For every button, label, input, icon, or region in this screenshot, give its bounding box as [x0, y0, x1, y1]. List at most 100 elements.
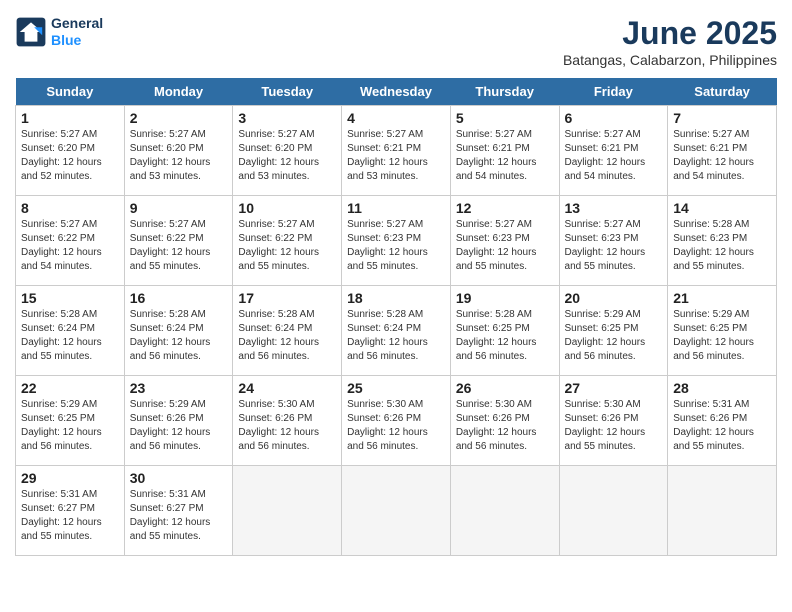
- cell-info: Sunrise: 5:30 AMSunset: 6:26 PMDaylight:…: [238, 398, 336, 454]
- logo: General Blue: [15, 15, 103, 49]
- title-section: June 2025 Batangas, Calabarzon, Philippi…: [563, 15, 777, 68]
- day-cell: 21 Sunrise: 5:29 AMSunset: 6:25 PMDayligh…: [668, 286, 777, 376]
- logo-line2: Blue: [51, 32, 103, 49]
- day-cell: [450, 466, 559, 556]
- cell-info: Sunrise: 5:27 AMSunset: 6:20 PMDaylight:…: [130, 128, 228, 184]
- day-cell: 22 Sunrise: 5:29 AMSunset: 6:25 PMDayligh…: [16, 376, 125, 466]
- day-number: 26: [456, 380, 554, 396]
- week-row-3: 15 Sunrise: 5:28 AMSunset: 6:24 PMDayligh…: [16, 286, 777, 376]
- cell-info: Sunrise: 5:28 AMSunset: 6:24 PMDaylight:…: [130, 308, 228, 364]
- cell-info: Sunrise: 5:28 AMSunset: 6:24 PMDaylight:…: [238, 308, 336, 364]
- day-cell: 1 Sunrise: 5:27 AMSunset: 6:20 PMDaylight…: [16, 106, 125, 196]
- calendar-title: June 2025: [563, 15, 777, 52]
- cell-info: Sunrise: 5:27 AMSunset: 6:23 PMDaylight:…: [565, 218, 663, 274]
- header-saturday: Saturday: [668, 78, 777, 106]
- day-number: 8: [21, 200, 119, 216]
- day-cell: 28Sunrise: 5:31 AMSunset: 6:26 PMDayligh…: [668, 376, 777, 466]
- header-wednesday: Wednesday: [342, 78, 451, 106]
- day-number: 11: [347, 200, 445, 216]
- day-cell: 16 Sunrise: 5:28 AMSunset: 6:24 PMDayligh…: [124, 286, 233, 376]
- day-number: 29: [21, 470, 119, 486]
- day-number: 10: [238, 200, 336, 216]
- cell-info: Sunrise: 5:31 AMSunset: 6:27 PMDaylight:…: [21, 488, 119, 544]
- cell-info: Sunrise: 5:28 AMSunset: 6:25 PMDaylight:…: [456, 308, 554, 364]
- calendar-table: Sunday Monday Tuesday Wednesday Thursday…: [15, 78, 777, 556]
- day-cell: 4Sunrise: 5:27 AMSunset: 6:21 PMDaylight…: [342, 106, 451, 196]
- day-number: 4: [347, 110, 445, 126]
- week-row-1: 1 Sunrise: 5:27 AMSunset: 6:20 PMDaylight…: [16, 106, 777, 196]
- cell-info: Sunrise: 5:29 AMSunset: 6:25 PMDaylight:…: [565, 308, 663, 364]
- header-thursday: Thursday: [450, 78, 559, 106]
- day-number: 25: [347, 380, 445, 396]
- week-row-2: 8 Sunrise: 5:27 AMSunset: 6:22 PMDaylight…: [16, 196, 777, 286]
- day-cell: 5 Sunrise: 5:27 AMSunset: 6:21 PMDaylight…: [450, 106, 559, 196]
- cell-info: Sunrise: 5:27 AMSunset: 6:23 PMDaylight:…: [456, 218, 554, 274]
- day-number: 16: [130, 290, 228, 306]
- day-number: 5: [456, 110, 554, 126]
- day-cell: 7 Sunrise: 5:27 AMSunset: 6:21 PMDaylight…: [668, 106, 777, 196]
- day-cell: 2Sunrise: 5:27 AMSunset: 6:20 PMDaylight…: [124, 106, 233, 196]
- page-header: General Blue June 2025 Batangas, Calabar…: [15, 15, 777, 68]
- calendar-subtitle: Batangas, Calabarzon, Philippines: [563, 52, 777, 68]
- cell-info: Sunrise: 5:31 AMSunset: 6:27 PMDaylight:…: [130, 488, 228, 544]
- cell-info: Sunrise: 5:29 AMSunset: 6:25 PMDaylight:…: [21, 398, 119, 454]
- cell-info: Sunrise: 5:31 AMSunset: 6:26 PMDaylight:…: [673, 398, 771, 454]
- day-number: 15: [21, 290, 119, 306]
- cell-info: Sunrise: 5:27 AMSunset: 6:22 PMDaylight:…: [21, 218, 119, 274]
- day-number: 13: [565, 200, 663, 216]
- day-cell: 20 Sunrise: 5:29 AMSunset: 6:25 PMDayligh…: [559, 286, 668, 376]
- day-cell: [559, 466, 668, 556]
- day-number: 6: [565, 110, 663, 126]
- header-tuesday: Tuesday: [233, 78, 342, 106]
- day-cell: 26Sunrise: 5:30 AMSunset: 6:26 PMDayligh…: [450, 376, 559, 466]
- day-number: 30: [130, 470, 228, 486]
- cell-info: Sunrise: 5:30 AMSunset: 6:26 PMDaylight:…: [347, 398, 445, 454]
- day-cell: 25 Sunrise: 5:30 AMSunset: 6:26 PMDayligh…: [342, 376, 451, 466]
- day-number: 23: [130, 380, 228, 396]
- day-number: 9: [130, 200, 228, 216]
- day-cell: 15 Sunrise: 5:28 AMSunset: 6:24 PMDayligh…: [16, 286, 125, 376]
- day-number: 14: [673, 200, 771, 216]
- day-cell: 14 Sunrise: 5:28 AMSunset: 6:23 PMDayligh…: [668, 196, 777, 286]
- day-cell: 9 Sunrise: 5:27 AMSunset: 6:22 PMDaylight…: [124, 196, 233, 286]
- day-number: 21: [673, 290, 771, 306]
- day-number: 20: [565, 290, 663, 306]
- logo-line1: General: [51, 15, 103, 32]
- day-cell: 30 Sunrise: 5:31 AMSunset: 6:27 PMDayligh…: [124, 466, 233, 556]
- day-cell: 19Sunrise: 5:28 AMSunset: 6:25 PMDayligh…: [450, 286, 559, 376]
- day-cell: [233, 466, 342, 556]
- day-cell: [668, 466, 777, 556]
- day-number: 1: [21, 110, 119, 126]
- week-row-5: 29 Sunrise: 5:31 AMSunset: 6:27 PMDayligh…: [16, 466, 777, 556]
- header-sunday: Sunday: [16, 78, 125, 106]
- cell-info: Sunrise: 5:27 AMSunset: 6:21 PMDaylight:…: [673, 128, 771, 184]
- logo-icon: [15, 16, 47, 48]
- day-cell: 10 Sunrise: 5:27 AMSunset: 6:22 PMDayligh…: [233, 196, 342, 286]
- day-number: 27: [565, 380, 663, 396]
- day-cell: 13 Sunrise: 5:27 AMSunset: 6:23 PMDayligh…: [559, 196, 668, 286]
- day-cell: 17Sunrise: 5:28 AMSunset: 6:24 PMDayligh…: [233, 286, 342, 376]
- day-cell: [342, 466, 451, 556]
- day-cell: 27Sunrise: 5:30 AMSunset: 6:26 PMDayligh…: [559, 376, 668, 466]
- day-cell: 18 Sunrise: 5:28 AMSunset: 6:24 PMDayligh…: [342, 286, 451, 376]
- day-cell: 23 Sunrise: 5:29 AMSunset: 6:26 PMDayligh…: [124, 376, 233, 466]
- day-number: 22: [21, 380, 119, 396]
- day-number: 12: [456, 200, 554, 216]
- day-cell: 3 Sunrise: 5:27 AMSunset: 6:20 PMDaylight…: [233, 106, 342, 196]
- cell-info: Sunrise: 5:27 AMSunset: 6:22 PMDaylight:…: [130, 218, 228, 274]
- cell-info: Sunrise: 5:29 AMSunset: 6:25 PMDaylight:…: [673, 308, 771, 364]
- cell-info: Sunrise: 5:27 AMSunset: 6:20 PMDaylight:…: [21, 128, 119, 184]
- day-number: 18: [347, 290, 445, 306]
- cell-info: Sunrise: 5:28 AMSunset: 6:24 PMDaylight:…: [347, 308, 445, 364]
- cell-info: Sunrise: 5:29 AMSunset: 6:26 PMDaylight:…: [130, 398, 228, 454]
- day-number: 7: [673, 110, 771, 126]
- cell-info: Sunrise: 5:28 AMSunset: 6:24 PMDaylight:…: [21, 308, 119, 364]
- cell-info: Sunrise: 5:27 AMSunset: 6:21 PMDaylight:…: [456, 128, 554, 184]
- cell-info: Sunrise: 5:28 AMSunset: 6:23 PMDaylight:…: [673, 218, 771, 274]
- day-number: 3: [238, 110, 336, 126]
- day-cell: 29 Sunrise: 5:31 AMSunset: 6:27 PMDayligh…: [16, 466, 125, 556]
- cell-info: Sunrise: 5:27 AMSunset: 6:20 PMDaylight:…: [238, 128, 336, 184]
- cell-info: Sunrise: 5:27 AMSunset: 6:23 PMDaylight:…: [347, 218, 445, 274]
- cell-info: Sunrise: 5:27 AMSunset: 6:22 PMDaylight:…: [238, 218, 336, 274]
- header-friday: Friday: [559, 78, 668, 106]
